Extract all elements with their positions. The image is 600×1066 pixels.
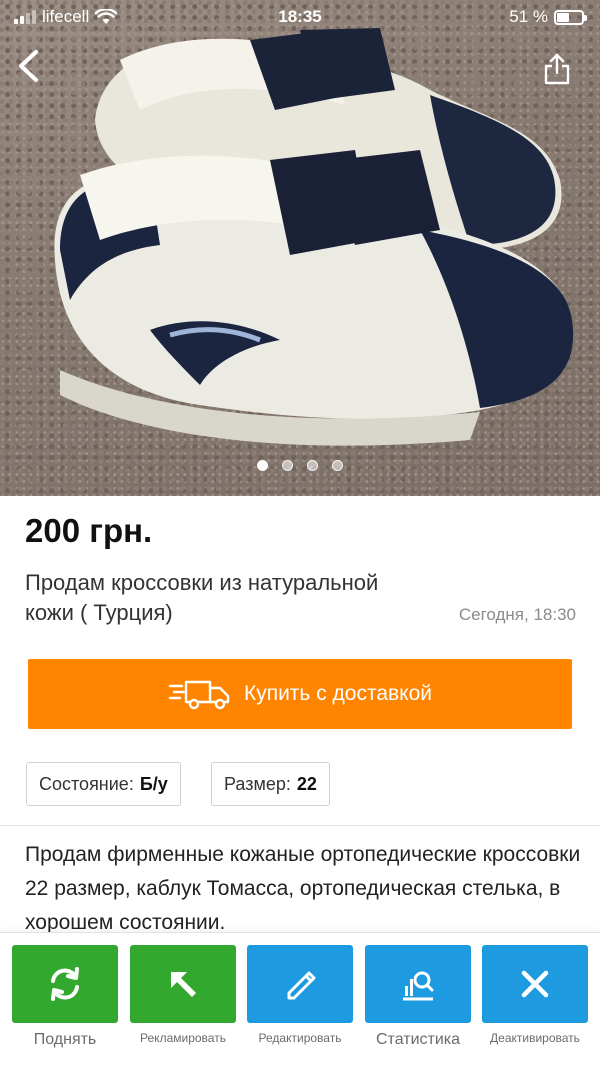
shoes-image [54, 28, 574, 446]
share-icon[interactable] [542, 52, 572, 86]
price: 200 грн. [25, 512, 153, 549]
battery-icon [554, 9, 587, 25]
deactivate-label: Деактивировать [490, 1031, 580, 1045]
toolbar-item-edit[interactable]: Редактировать [247, 945, 353, 1045]
back-chevron-icon[interactable] [8, 44, 48, 88]
stats-button[interactable] [365, 945, 471, 1023]
edit-label: Редактировать [258, 1031, 342, 1045]
delivery-truck-icon [168, 680, 230, 710]
toolbar-item-raise[interactable]: Поднять [12, 945, 118, 1049]
refresh-icon [51, 967, 79, 1001]
raise-button[interactable] [12, 945, 118, 1023]
chart-search-icon [403, 971, 434, 1001]
edit-button[interactable] [247, 945, 353, 1023]
toolbar-item-advertise[interactable]: Рекламировать [130, 945, 236, 1045]
raise-label: Поднять [33, 1031, 97, 1048]
status-right: 51 % [509, 7, 587, 27]
divider [0, 825, 600, 826]
battery-fill [557, 12, 569, 22]
product-photo[interactable]: lifecell 18:35 51 % [0, 0, 600, 496]
arrow-up-left-icon [171, 972, 196, 997]
gallery-dot[interactable] [307, 460, 318, 471]
param-condition-value: Б/у [139, 773, 168, 794]
action-toolbar: Поднять Рекламировать Редактировать Стат… [0, 932, 600, 1066]
advertise-label: Рекламировать [140, 1031, 226, 1045]
advertise-button[interactable] [130, 945, 236, 1023]
param-size: Размер: 22 [211, 762, 330, 806]
listing-description: Продам фирменные кожаные ортопедические … [25, 843, 581, 934]
deactivate-button[interactable] [482, 945, 588, 1023]
listing-title: Продам кроссовки из натуральной кожи ( Т… [25, 570, 379, 625]
gallery-dot[interactable] [257, 460, 268, 471]
param-condition: Состояние: Б/у [26, 762, 181, 806]
buy-button-label: Купить с доставкой [243, 682, 433, 705]
listing-date: Сегодня, 18:30 [458, 605, 576, 624]
param-condition-label: Состояние: [39, 773, 134, 794]
param-size-label: Размер: [224, 773, 291, 794]
gallery-dot[interactable] [282, 460, 293, 471]
param-size-value: 22 [296, 773, 317, 794]
status-bar: lifecell 18:35 51 % [0, 0, 600, 36]
battery-percent: 51 % [509, 7, 548, 26]
toolbar-item-stats[interactable]: Статистика [365, 945, 471, 1049]
close-icon [521, 970, 549, 998]
gallery-dot[interactable] [332, 460, 343, 471]
pencil-icon [287, 971, 316, 1000]
stats-label: Статистика [375, 1031, 461, 1048]
toolbar-item-deactivate[interactable]: Деактивировать [482, 945, 588, 1045]
buy-with-delivery-button[interactable]: Купить с доставкой [28, 659, 572, 729]
gallery-pagination[interactable] [0, 460, 600, 471]
